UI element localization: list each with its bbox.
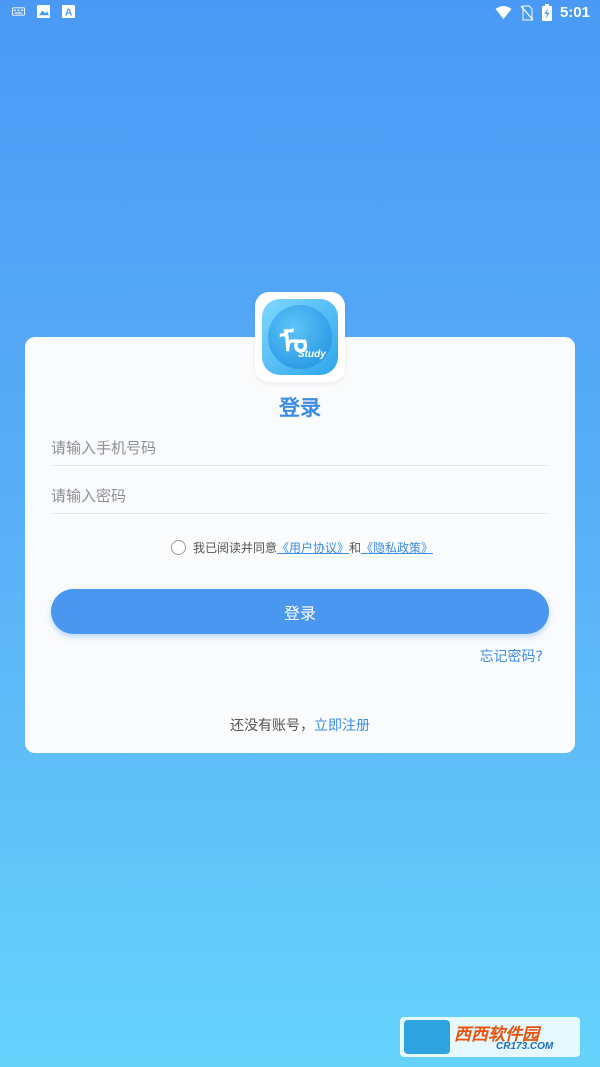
privacy-policy-link[interactable]: 《隐私政策》 xyxy=(361,539,433,556)
logo-caption: Study xyxy=(298,349,326,360)
phone-input[interactable] xyxy=(51,430,549,465)
no-account-text: 还没有账号， xyxy=(230,718,314,734)
agreement-prefix: 我已阅读并同意 xyxy=(193,541,278,555)
register-row: 还没有账号，立即注册 xyxy=(25,715,575,735)
watermark: 西西软件园 CR173.COM xyxy=(400,1017,580,1057)
password-input[interactable] xyxy=(51,478,549,513)
watermark-domain: CR173.COM xyxy=(496,1041,554,1052)
svg-text:A: A xyxy=(65,8,73,18)
battery-charging-icon xyxy=(541,4,552,21)
font-icon: A xyxy=(62,5,75,18)
login-button[interactable]: 登录 xyxy=(51,589,549,634)
user-agreement-link[interactable]: 《用户协议》 xyxy=(277,539,349,556)
agreement-radio[interactable] xyxy=(171,540,186,555)
wifi-icon xyxy=(495,6,512,19)
app-logo: ᠮᠣ Study xyxy=(255,292,345,382)
keyboard-icon xyxy=(12,7,25,16)
forgot-password-link[interactable]: 忘记密码? xyxy=(480,646,543,666)
watermark-logo-icon xyxy=(404,1020,450,1054)
no-sim-icon xyxy=(520,4,534,21)
phone-field[interactable] xyxy=(51,430,549,466)
image-icon xyxy=(37,5,50,18)
login-card: 登录 我已阅读并同意 《用户协议》 和 《隐私政策》 登录 忘记密码? 还没有账… xyxy=(25,337,575,753)
password-field[interactable] xyxy=(51,478,549,514)
status-bar: A 5:01 xyxy=(0,0,600,26)
agreement-and: 和 xyxy=(349,541,362,555)
agreement-row: 我已阅读并同意 《用户协议》 和 《隐私政策》 xyxy=(171,539,433,556)
register-link[interactable]: 立即注册 xyxy=(314,718,370,734)
status-time: 5:01 xyxy=(559,4,590,21)
login-title: 登录 xyxy=(279,396,321,420)
